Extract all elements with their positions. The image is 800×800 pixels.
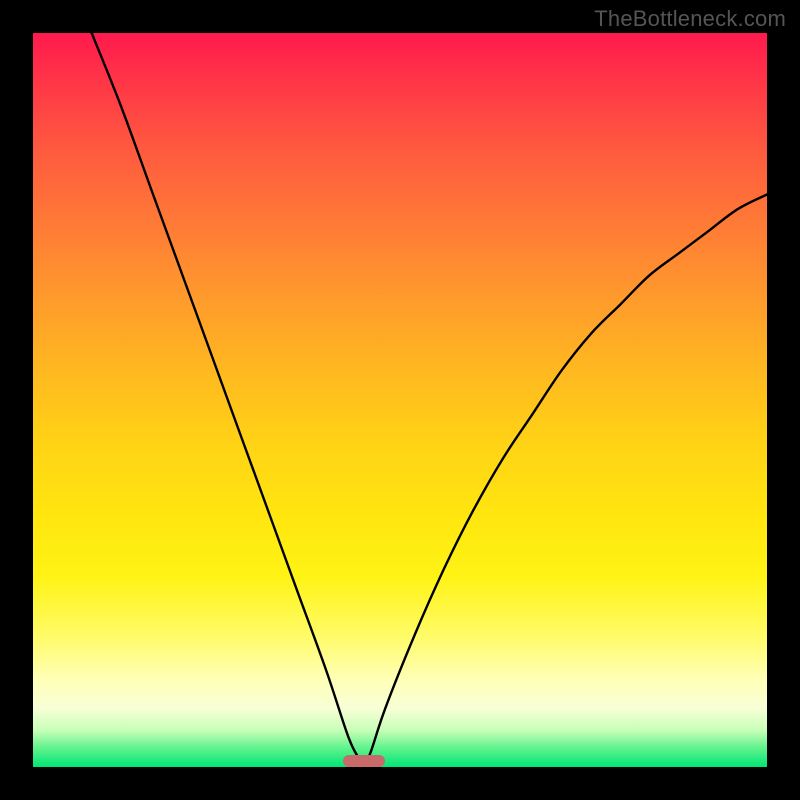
optimum-marker <box>343 755 385 767</box>
watermark-text: TheBottleneck.com <box>594 6 786 32</box>
chart-plot-area <box>33 33 767 767</box>
chart-frame: TheBottleneck.com <box>0 0 800 800</box>
curve-left-branch <box>92 33 364 767</box>
bottleneck-curve <box>33 33 767 767</box>
curve-right-branch <box>363 195 767 768</box>
